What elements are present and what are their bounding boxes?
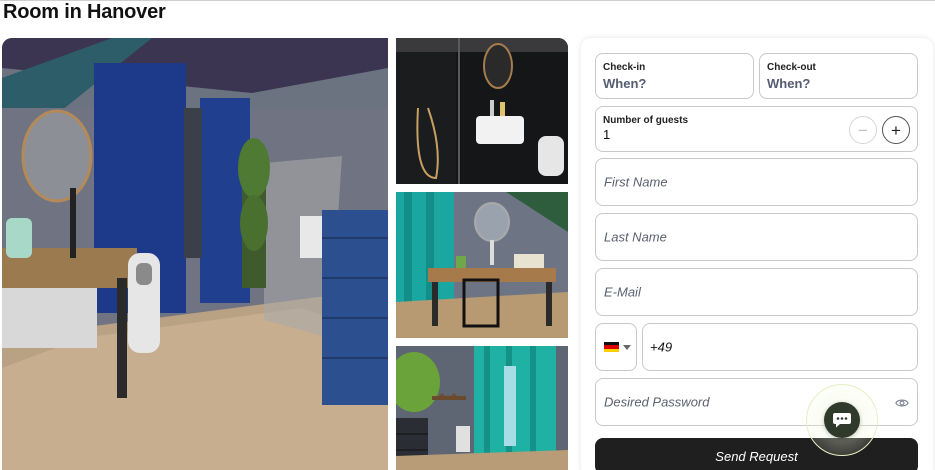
chat-bubble-icon: [833, 413, 851, 428]
checkin-label: Check-in: [603, 62, 646, 73]
gallery-photo-room[interactable]: [396, 346, 568, 470]
minus-icon: −: [858, 120, 868, 140]
last-name-placeholder: Last Name: [604, 229, 667, 245]
guests-field: Number of guests 1 − +: [595, 106, 918, 152]
desk-photo-image: [396, 192, 568, 338]
country-code-select[interactable]: [595, 323, 637, 371]
phone-value: +49: [650, 339, 673, 355]
plus-icon: +: [891, 120, 901, 140]
last-name-field[interactable]: Last Name: [595, 213, 918, 261]
guests-count: 1: [603, 127, 611, 142]
photo-gallery: [2, 38, 568, 470]
germany-flag-icon: [604, 342, 619, 352]
email-field[interactable]: E-Mail: [595, 268, 918, 316]
decrease-guests-button[interactable]: −: [849, 116, 877, 144]
checkout-label: Check-out: [767, 62, 816, 73]
booking-form-card: Check-in When? Check-out When? Number of…: [581, 38, 933, 470]
bedroom-photo-image: [2, 38, 388, 470]
phone-field[interactable]: +49: [642, 323, 918, 371]
email-placeholder: E-Mail: [604, 284, 641, 300]
password-placeholder: Desired Password: [604, 394, 710, 410]
page-title: Room in Hanover: [3, 1, 166, 23]
gallery-photo-bathroom[interactable]: [396, 38, 568, 184]
guests-label: Number of guests: [603, 115, 689, 126]
gallery-photo-desk[interactable]: [396, 192, 568, 338]
chat-button[interactable]: [824, 402, 860, 438]
eye-icon[interactable]: [895, 396, 909, 410]
checkin-field[interactable]: Check-in When?: [595, 53, 754, 99]
chevron-down-icon: [623, 345, 631, 350]
room-photo-image: [396, 346, 568, 470]
first-name-placeholder: First Name: [604, 174, 668, 190]
checkin-value: When?: [603, 76, 647, 91]
checkout-value: When?: [767, 76, 811, 91]
increase-guests-button[interactable]: +: [882, 116, 910, 144]
checkout-field[interactable]: Check-out When?: [759, 53, 918, 99]
gallery-photo-main[interactable]: [2, 38, 388, 470]
bathroom-photo-image: [396, 38, 568, 184]
first-name-field[interactable]: First Name: [595, 158, 918, 206]
